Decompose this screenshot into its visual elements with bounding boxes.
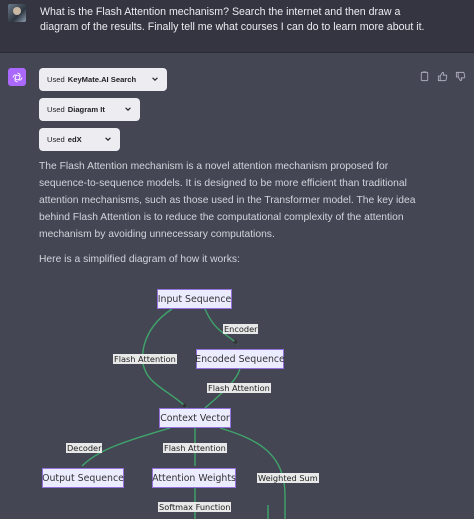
user-message-row: What is the Flash Attention mechanism? S… — [0, 0, 474, 53]
flash-attention-diagram: Input Sequence Encoded Sequence Context … — [0, 280, 474, 519]
answer-paragraph-2: Here is a simplified diagram of how it w… — [39, 254, 240, 265]
edge-label-weighted-sum: Weighted Sum — [257, 473, 319, 483]
edge-label-flash-attention: Flash Attention — [207, 383, 271, 393]
plugin-chip-diagram-it[interactable]: Used Diagram It — [39, 98, 140, 121]
chevron-down-icon — [152, 77, 158, 81]
edge-label-decoder: Decoder — [66, 443, 103, 453]
chevron-down-icon — [125, 107, 131, 111]
node-output-sequence: Output Sequence — [42, 468, 124, 488]
user-message-text: What is the Flash Attention mechanism? S… — [40, 6, 425, 33]
answer-paragraph-1: The Flash Attention mechanism is a novel… — [39, 161, 416, 240]
node-encoded-sequence: Encoded Sequence — [195, 349, 285, 369]
node-input-sequence: Input Sequence — [157, 289, 232, 309]
thumbs-down-icon[interactable] — [455, 69, 466, 82]
user-avatar — [8, 4, 26, 22]
node-context-vector: Context Vector — [159, 408, 231, 428]
plugin-used-label: Used — [47, 75, 65, 84]
plugin-chip-keymate[interactable]: Used KeyMate.AI Search — [39, 68, 167, 91]
message-actions — [419, 69, 466, 82]
plugin-chip-edx[interactable]: Used edX — [39, 128, 120, 151]
edge-label-encoder: Encoder — [223, 324, 259, 334]
edge-label-flash-attention: Flash Attention — [163, 443, 227, 453]
plugin-name: edX — [67, 135, 82, 144]
openai-logo-icon — [12, 72, 22, 82]
plugin-used-label: Used — [47, 135, 65, 144]
plugin-name: Diagram It — [67, 105, 105, 114]
edge-label-flash-attention: Flash Attention — [113, 354, 177, 364]
thumbs-up-icon[interactable] — [437, 69, 448, 82]
plugin-used-label: Used — [47, 105, 65, 114]
node-attention-weights: Attention Weights — [152, 468, 236, 488]
copy-icon[interactable] — [419, 69, 430, 82]
plugin-name: KeyMate.AI Search — [67, 75, 137, 84]
assistant-avatar — [8, 68, 26, 86]
edge-label-softmax-function: Softmax Function — [158, 502, 232, 512]
chevron-down-icon — [105, 137, 111, 141]
